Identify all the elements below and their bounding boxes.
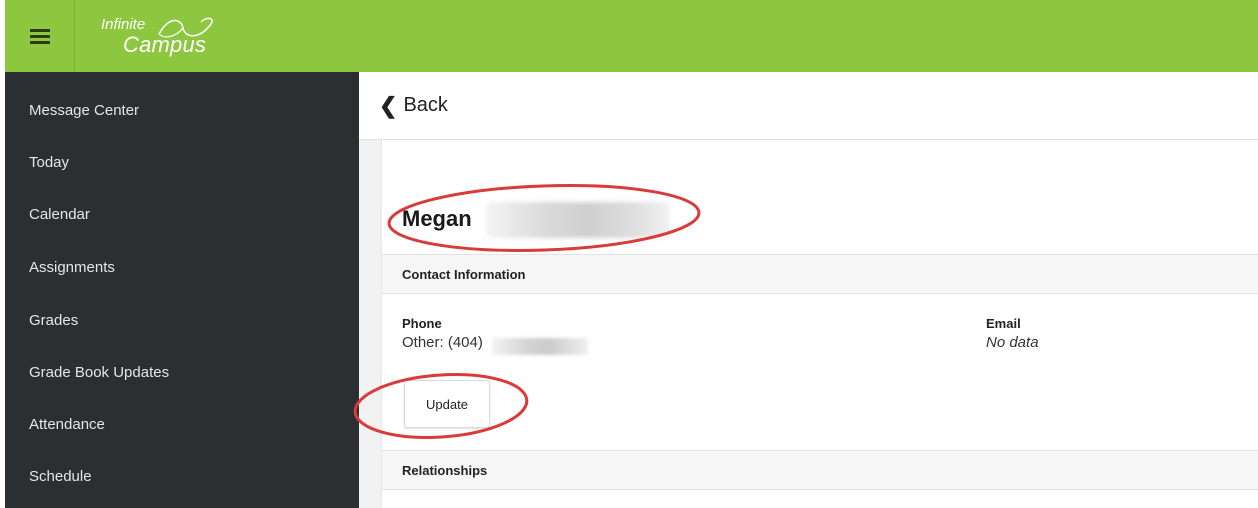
section-relationships: Relationships — [382, 450, 1258, 490]
sidebar-item-label: Grades — [29, 311, 79, 329]
sidebar-item-attendance[interactable]: Attendance — [5, 398, 359, 450]
hamburger-icon — [29, 26, 50, 47]
sidebar-item-grades[interactable]: Grades — [5, 294, 359, 346]
sidebar-item-label: Calendar — [29, 205, 90, 223]
sidebar-item-schedule[interactable]: Schedule — [5, 450, 359, 502]
sidebar-item-message-center[interactable]: Message Center — [5, 84, 359, 136]
person-name: Megan — [402, 206, 472, 231]
email-label: Email — [986, 316, 1021, 331]
chevron-left-icon: ❮ — [379, 92, 398, 118]
sidebar-item-label: Assignments — [29, 258, 115, 276]
sidebar-item-assignments[interactable]: Assignments — [5, 241, 359, 293]
app-window: Infinite Campus Message Center Today Cal… — [0, 0, 1258, 508]
redacted-last-name — [486, 202, 670, 238]
sidebar-item-label: Today — [29, 153, 70, 171]
email-value: No data — [986, 334, 1039, 351]
sidebar-item-label: Attendance — [29, 415, 105, 433]
section-contact-information: Contact Information — [382, 254, 1258, 294]
sidebar-item-label: Message Center — [29, 101, 140, 119]
phone-label: Phone — [402, 316, 442, 331]
update-button[interactable]: Update — [404, 380, 490, 428]
logo-swoosh-icon — [158, 17, 213, 38]
phone-value: Other: (404) — [402, 334, 483, 351]
top-header: Infinite Campus — [5, 0, 1258, 72]
sidebar-item-today[interactable]: Today — [5, 136, 359, 188]
logo-text-infinite: Infinite — [101, 16, 146, 33]
sidebar-item-calendar[interactable]: Calendar — [5, 188, 359, 240]
contact-panel: Megan Contact Information Phone Other: (… — [381, 140, 1258, 508]
back-link[interactable]: ❮ Back — [359, 72, 1258, 140]
main-content: ❮ Back Megan Contact Information Phone O… — [359, 72, 1258, 508]
sidebar-item-label: Grade Book Updates — [29, 363, 170, 381]
redacted-phone-digits — [492, 338, 588, 355]
sidebar-nav: Message Center Today Calendar Assignment… — [5, 72, 359, 508]
back-label: Back — [403, 94, 448, 116]
sidebar-item-label: Schedule — [29, 467, 92, 485]
infinite-campus-logo[interactable]: Infinite Campus — [101, 14, 251, 60]
menu-button[interactable] — [5, 0, 75, 72]
sidebar-item-grade-book-updates[interactable]: Grade Book Updates — [5, 346, 359, 398]
